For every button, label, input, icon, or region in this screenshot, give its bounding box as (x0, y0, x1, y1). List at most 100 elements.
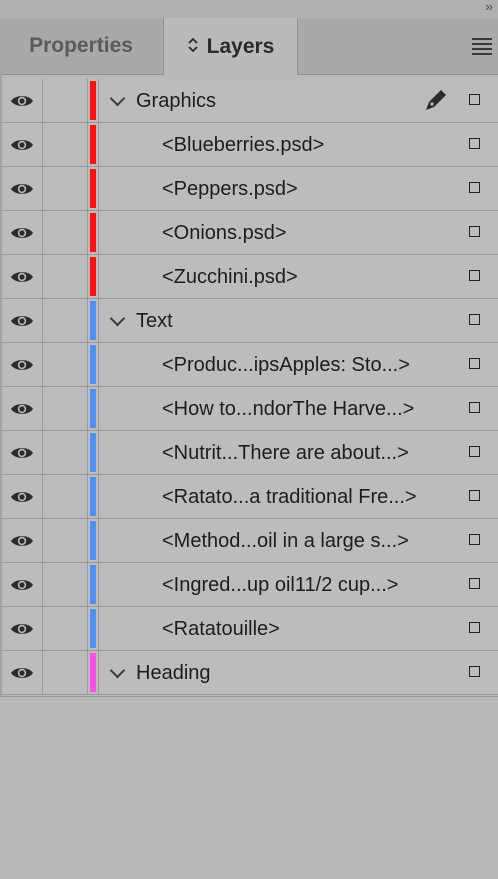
layer-color-swatch (90, 565, 96, 604)
chevron-down-icon[interactable] (109, 662, 126, 679)
lock-toggle-cell[interactable] (43, 431, 88, 474)
layer-name[interactable]: <Blueberries.psd> (162, 123, 324, 166)
layer-color-swatch (90, 433, 96, 472)
column-divider (98, 387, 99, 430)
visibility-eye-icon[interactable] (2, 211, 43, 254)
lock-toggle-cell[interactable] (43, 123, 88, 166)
column-divider (98, 519, 99, 562)
column-divider (98, 563, 99, 606)
visibility-eye-icon[interactable] (2, 519, 43, 562)
visibility-eye-icon[interactable] (2, 651, 43, 694)
layer-item-row[interactable]: <Blueberries.psd> (2, 123, 498, 167)
visibility-eye-icon[interactable] (2, 607, 43, 650)
panel-menu-icon[interactable] (472, 38, 492, 55)
visibility-eye-icon[interactable] (2, 563, 43, 606)
lock-toggle-cell[interactable] (43, 519, 88, 562)
tab-layers[interactable]: Layers (163, 18, 298, 75)
selection-square-icon[interactable] (469, 446, 480, 457)
column-divider (98, 431, 99, 474)
visibility-eye-icon[interactable] (2, 431, 43, 474)
selection-square-icon[interactable] (469, 534, 480, 545)
lock-toggle-cell[interactable] (43, 79, 88, 122)
layer-item-row[interactable]: <Nutrit...There are about...> (2, 431, 498, 475)
layer-item-row[interactable]: <Ratato...a traditional Fre...> (2, 475, 498, 519)
lock-toggle-cell[interactable] (43, 167, 88, 210)
layer-name[interactable]: <Peppers.psd> (162, 167, 298, 210)
lock-toggle-cell[interactable] (43, 299, 88, 342)
selection-square-icon[interactable] (469, 622, 480, 633)
layer-group-row[interactable]: Graphics (2, 79, 498, 123)
layer-name[interactable]: <Method...oil in a large s...> (162, 519, 409, 562)
selection-square-icon[interactable] (469, 182, 480, 193)
layer-color-swatch (90, 389, 96, 428)
layer-group-row[interactable]: Heading (2, 651, 498, 695)
column-divider (98, 607, 99, 650)
selection-square-icon[interactable] (469, 358, 480, 369)
layer-item-row[interactable]: <Zucchini.psd> (2, 255, 498, 299)
lock-toggle-cell[interactable] (43, 255, 88, 298)
layer-item-row[interactable]: <Onions.psd> (2, 211, 498, 255)
layer-name[interactable]: <How to...ndorThe Harve...> (162, 387, 414, 430)
selection-square-icon[interactable] (469, 402, 480, 413)
lock-toggle-cell[interactable] (43, 475, 88, 518)
layers-empty-area (0, 696, 498, 879)
visibility-eye-icon[interactable] (2, 475, 43, 518)
layer-item-row[interactable]: <Ratatouille> (2, 607, 498, 651)
selection-square-icon[interactable] (469, 226, 480, 237)
layer-name[interactable]: <Ratatouille> (162, 607, 280, 650)
lock-toggle-cell[interactable] (43, 651, 88, 694)
chevron-down-icon[interactable] (109, 310, 126, 327)
layer-name[interactable]: <Produc...ipsApples: Sto...> (162, 343, 410, 386)
layer-name[interactable]: <Ingred...up oil11/2 cup...> (162, 563, 398, 606)
layers-list: Graphics <Blueberries.psd> <Peppers.psd> <O… (2, 79, 498, 695)
layer-color-swatch (90, 521, 96, 560)
lock-toggle-cell[interactable] (43, 387, 88, 430)
layer-item-row[interactable]: <Produc...ipsApples: Sto...> (2, 343, 498, 387)
lock-toggle-cell[interactable] (43, 343, 88, 386)
visibility-eye-icon[interactable] (2, 387, 43, 430)
layer-color-swatch (90, 345, 96, 384)
selection-square-icon[interactable] (469, 314, 480, 325)
selection-square-icon[interactable] (469, 270, 480, 281)
visibility-eye-icon[interactable] (2, 255, 43, 298)
layer-name[interactable]: Text (136, 299, 173, 342)
visibility-eye-icon[interactable] (2, 167, 43, 210)
selection-square-icon[interactable] (469, 666, 480, 677)
layer-item-row[interactable]: <Method...oil in a large s...> (2, 519, 498, 563)
visibility-eye-icon[interactable] (2, 123, 43, 166)
updown-arrows-icon (187, 37, 199, 57)
layer-item-row[interactable]: <How to...ndorThe Harve...> (2, 387, 498, 431)
layer-name[interactable]: <Nutrit...There are about...> (162, 431, 409, 474)
layer-name[interactable]: Heading (136, 651, 211, 694)
layer-name[interactable]: Graphics (136, 79, 216, 122)
layer-color-swatch (90, 81, 96, 120)
selection-square-icon[interactable] (469, 94, 480, 105)
layer-color-swatch (90, 653, 96, 692)
selection-square-icon[interactable] (469, 490, 480, 501)
visibility-eye-icon[interactable] (2, 79, 43, 122)
visibility-eye-icon[interactable] (2, 343, 43, 386)
tab-properties-label: Properties (29, 34, 133, 57)
panel-tab-bar: Properties Layers (0, 18, 498, 75)
layer-name[interactable]: <Zucchini.psd> (162, 255, 298, 298)
lock-toggle-cell[interactable] (43, 211, 88, 254)
layer-color-swatch (90, 125, 96, 164)
collapse-panel-button[interactable]: ›› (485, 0, 493, 14)
layer-name[interactable]: <Onions.psd> (162, 211, 287, 254)
lock-toggle-cell[interactable] (43, 563, 88, 606)
layer-name[interactable]: <Ratato...a traditional Fre...> (162, 475, 417, 518)
selection-square-icon[interactable] (469, 578, 480, 589)
selection-square-icon[interactable] (469, 138, 480, 149)
layer-item-row[interactable]: <Ingred...up oil11/2 cup...> (2, 563, 498, 607)
layer-color-swatch (90, 213, 96, 252)
tab-layers-label: Layers (206, 34, 275, 58)
visibility-eye-icon[interactable] (2, 299, 43, 342)
column-divider (98, 211, 99, 254)
lock-toggle-cell[interactable] (43, 607, 88, 650)
tab-properties[interactable]: Properties (0, 18, 162, 74)
layer-group-row[interactable]: Text (2, 299, 498, 343)
chevron-down-icon[interactable] (109, 90, 126, 107)
column-divider (98, 475, 99, 518)
layer-item-row[interactable]: <Peppers.psd> (2, 167, 498, 211)
column-divider (98, 299, 99, 342)
